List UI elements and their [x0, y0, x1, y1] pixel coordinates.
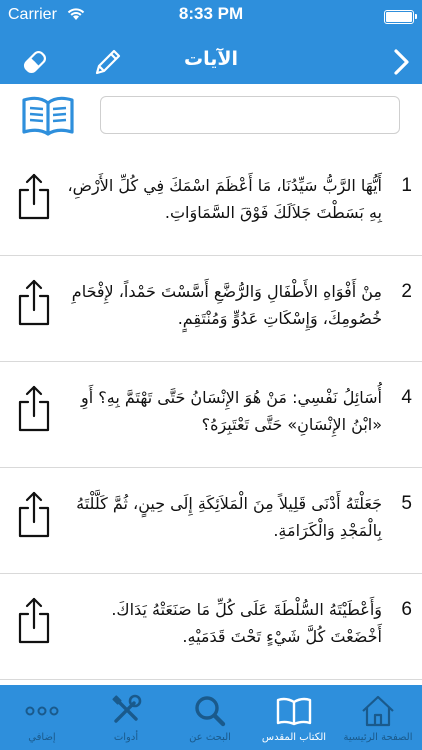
tab-tools[interactable]: أدوات [84, 685, 168, 750]
share-button[interactable] [16, 596, 52, 646]
tab-label: إضافي [28, 732, 56, 743]
tab-label: أدوات [113, 732, 139, 743]
more-icon [25, 706, 59, 716]
share-button[interactable] [16, 490, 52, 540]
verse-number: 4 [401, 387, 412, 408]
forward-button[interactable] [388, 40, 416, 84]
verse-number: 1 [401, 175, 412, 196]
share-icon [18, 597, 50, 644]
share-icon [18, 491, 50, 538]
share-icon [18, 173, 50, 220]
verse-text: أَيُّهَا الرَّبُّ سَيِّدُنَا، مَا أَعْظَ… [67, 176, 383, 222]
share-icon [18, 279, 50, 326]
chevron-right-icon [394, 49, 409, 75]
verse-number: 5 [401, 493, 412, 514]
verse-text: مِنْ أَفْوَاهِ الأَطْفَالِ وَالرُّضَّعِ … [71, 282, 382, 328]
tab-label: الكتاب المقدس [261, 732, 327, 743]
share-button[interactable] [16, 172, 52, 222]
book-icon [276, 697, 312, 726]
verse-row[interactable]: وَأَعْطَيْتَهُ السُّلْطَةَ عَلَى كُلِّ م… [0, 574, 422, 680]
nav-bar: الآيات [0, 40, 422, 84]
open-book-icon [22, 96, 74, 136]
tools-icon [112, 694, 142, 723]
tab-bar: إضافي أدوات البحث عن الكتاب المقدس الصفح… [0, 685, 422, 750]
verse-text: أُسَائِلُ نَفْسِي: مَنْ هُوَ الإِنْسَانُ… [81, 388, 382, 434]
verse-text: جَعَلْتَهُ أَدْنَى قَلِيلاً مِنَ الْمَلا… [76, 494, 382, 540]
search-input[interactable] [100, 96, 400, 134]
verse-row[interactable]: أَيُّهَا الرَّبُّ سَيِّدُنَا، مَا أَعْظَ… [0, 150, 422, 256]
tab-more[interactable]: إضافي [0, 685, 84, 750]
page-title: الآيات [183, 48, 239, 70]
verse-list: أَيُّهَا الرَّبُّ سَيِّدُنَا، مَا أَعْظَ… [0, 150, 422, 685]
tab-home[interactable]: الصفحة الرئيسية [336, 685, 420, 750]
battery-icon [384, 10, 417, 24]
verse-number: 2 [401, 281, 412, 302]
tab-label: الصفحة الرئيسية [343, 732, 413, 743]
verse-row[interactable]: جَعَلْتَهُ أَدْنَى قَلِيلاً مِنَ الْمَلا… [0, 468, 422, 574]
verse-text: وَأَعْطَيْتَهُ السُّلْطَةَ عَلَى كُلِّ م… [111, 600, 382, 646]
search-row [0, 90, 422, 142]
clock: 8:33 PM [178, 4, 244, 23]
verse-row[interactable]: أُسَائِلُ نَفْسِي: مَنْ هُوَ الإِنْسَانُ… [0, 362, 422, 468]
tab-label: البحث عن [189, 732, 231, 743]
share-icon [18, 385, 50, 432]
home-icon [362, 695, 394, 727]
tab-search[interactable]: البحث عن [168, 685, 252, 750]
share-button[interactable] [16, 384, 52, 434]
verse-row[interactable]: مِنْ أَفْوَاهِ الأَطْفَالِ وَالرُّضَّعِ … [0, 256, 422, 362]
tab-bible[interactable]: الكتاب المقدس [252, 685, 336, 750]
verse-number: 6 [401, 599, 412, 620]
share-button[interactable] [16, 278, 52, 328]
search-icon [195, 696, 226, 727]
open-book-button[interactable] [20, 94, 76, 138]
status-bar: Carrier 8:33 PM [0, 0, 422, 40]
